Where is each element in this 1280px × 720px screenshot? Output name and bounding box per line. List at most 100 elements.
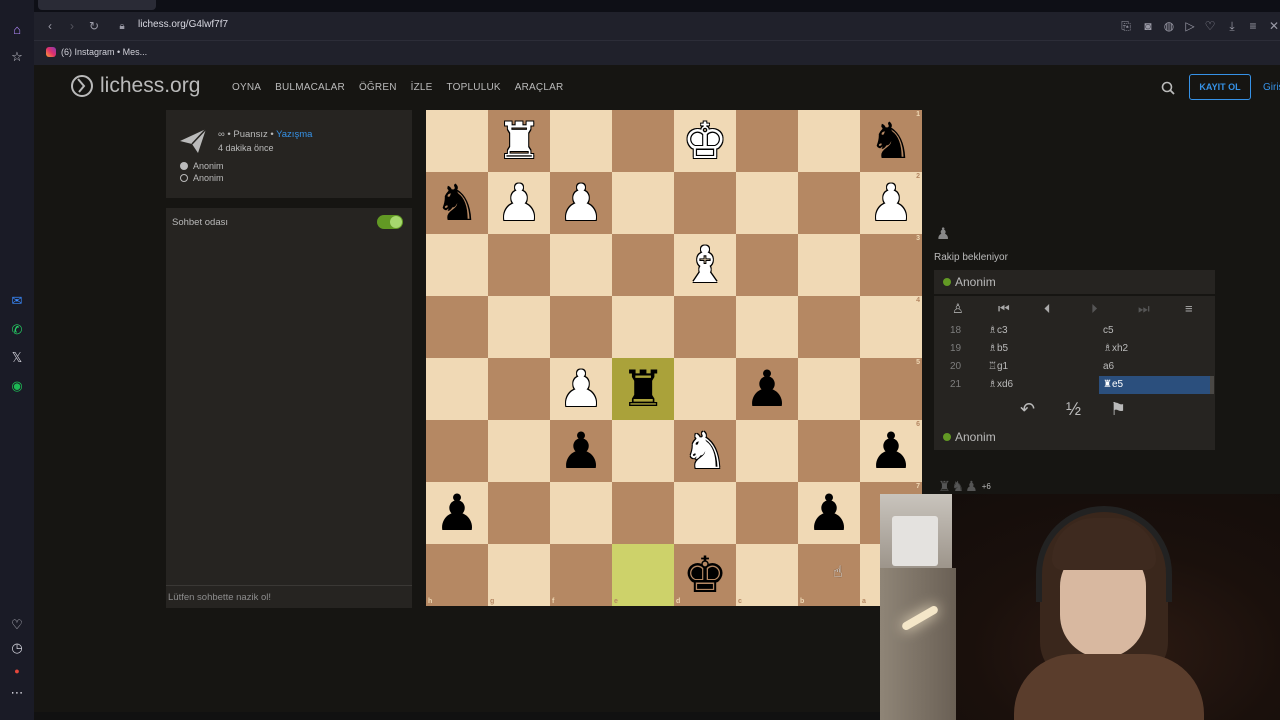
board-square[interactable]: ♟ [550,358,612,420]
nav-watch[interactable]: İZLE [411,82,433,93]
move-white[interactable]: ♖g1 [988,361,1008,372]
bookmark-instagram[interactable]: (6) Instagram • Mes... [46,47,147,57]
nav-community[interactable]: TOPLULUK [447,82,501,93]
board-square[interactable]: ♝ [674,234,736,296]
flip-board-icon[interactable]: ♙ [952,301,964,317]
black-pawn-icon[interactable]: ♟ [745,364,790,414]
whatsapp-icon[interactable]: ✆ [8,321,26,339]
black-king-icon[interactable]: ♚ [683,550,728,600]
messenger-icon[interactable]: ✉ [8,292,26,310]
board-square[interactable] [798,234,860,296]
board-square[interactable] [550,110,612,172]
board-square[interactable] [426,358,488,420]
board-square[interactable] [736,482,798,544]
move-black[interactable]: ♗xh2 [1103,343,1128,354]
board-square[interactable] [488,234,550,296]
move-white[interactable]: ♗c3 [988,325,1008,336]
board-square[interactable] [798,296,860,358]
board-square[interactable]: ♟ [736,358,798,420]
x-icon[interactable]: 𝕏 [8,349,26,367]
first-move-icon[interactable]: ⏮ [998,301,1010,317]
white-pawn-icon[interactable]: ♟ [869,178,914,228]
opponent-name[interactable]: Anonim [955,275,996,289]
move-black[interactable]: c5 [1103,325,1114,336]
board-square[interactable]: ♟ 2 [860,172,922,234]
board-square[interactable] [612,234,674,296]
board-square[interactable] [674,296,736,358]
reload-icon[interactable]: ↻ [86,18,102,34]
white-pawn-icon[interactable]: ♟ [497,178,542,228]
move-list-scrollbar[interactable] [1210,376,1214,394]
last-move-icon[interactable]: ⏭ [1138,301,1150,317]
board-square[interactable]: ♟ 6 [860,420,922,482]
board-square[interactable]: 4 [860,296,922,358]
board-square[interactable]: 3 [860,234,922,296]
chess-board[interactable]: ♜♚♞1♞♟♟♟2♝34♟♜♟5♟♞♟6♟♟7hgfe♚dcb8a [426,110,922,606]
move-white[interactable]: ♗b5 [988,343,1008,354]
black-pawn-icon[interactable]: ♟ [807,488,852,538]
heart-outline-icon[interactable]: ♡ [1202,18,1218,34]
board-square[interactable] [426,110,488,172]
black-pawn-icon[interactable]: ♟ [869,426,914,476]
camera-icon[interactable]: ◙ [1140,18,1156,34]
menu-icon[interactable]: ≡ [1245,18,1261,34]
board-square[interactable] [612,110,674,172]
menu-icon[interactable]: ≡ [1185,301,1193,316]
black-knight-icon[interactable]: ♞ [869,116,914,166]
forward-icon[interactable]: › [64,18,80,34]
takeback-icon[interactable]: ↶ [1020,399,1035,420]
board-square[interactable]: c [736,544,798,606]
board-square[interactable] [736,296,798,358]
board-square[interactable]: ♟ [488,172,550,234]
board-square[interactable] [550,482,612,544]
board-square[interactable] [550,296,612,358]
board-square[interactable]: ♞ [674,420,736,482]
prev-move-icon[interactable]: ⏴ [1044,301,1051,317]
address-bar[interactable]: lichess.org/G4lwf7f7 [138,19,228,30]
board-square[interactable] [488,296,550,358]
black-rook-icon[interactable]: ♜ [621,364,666,414]
heart-icon[interactable]: ♡ [8,616,26,634]
draw-offer-button[interactable]: ½ [1066,399,1081,420]
board-square[interactable] [798,110,860,172]
board-square[interactable] [612,420,674,482]
board-square[interactable]: b [798,544,860,606]
board-square[interactable]: ♜ [612,358,674,420]
board-square[interactable]: g [488,544,550,606]
board-square[interactable] [488,358,550,420]
tab-active[interactable] [38,0,156,10]
board-square[interactable] [674,172,736,234]
board-square[interactable]: ♚ d [674,544,736,606]
record-icon[interactable]: ● [8,662,26,680]
board-square[interactable]: ♞ 1 [860,110,922,172]
white-player[interactable]: Anonim [180,161,224,171]
correspondence-link[interactable]: Yazışma [276,129,312,140]
board-square[interactable]: ♚ [674,110,736,172]
more-icon[interactable]: ⋯ [8,684,26,702]
move-black[interactable]: a6 [1103,361,1114,372]
white-pawn-icon[interactable]: ♟ [559,364,604,414]
board-square[interactable] [798,358,860,420]
white-pawn-icon[interactable]: ♟ [559,178,604,228]
black-knight-icon[interactable]: ♞ [435,178,480,228]
download-icon[interactable]: ⤓ [1224,18,1240,34]
board-square[interactable] [426,296,488,358]
board-square[interactable] [488,420,550,482]
move-white[interactable]: ♗xd6 [988,379,1013,390]
signup-button[interactable]: KAYIT OL [1189,74,1251,100]
board-square[interactable] [798,420,860,482]
close-icon[interactable]: ✕ [1266,18,1280,34]
board-square[interactable] [736,110,798,172]
board-square[interactable] [736,172,798,234]
board-square[interactable]: ♞ [426,172,488,234]
star-icon[interactable]: ☆ [8,48,26,66]
nav-learn[interactable]: ÖĞREN [359,82,397,93]
board-square[interactable] [612,172,674,234]
board-square[interactable]: ♟ [426,482,488,544]
board-square[interactable]: ♟ [550,172,612,234]
board-square[interactable] [736,420,798,482]
back-icon[interactable]: ‹ [42,18,58,34]
resign-flag-icon[interactable]: ⚑ [1110,399,1126,420]
board-square[interactable] [426,420,488,482]
white-rook-icon[interactable]: ♜ [497,116,542,166]
